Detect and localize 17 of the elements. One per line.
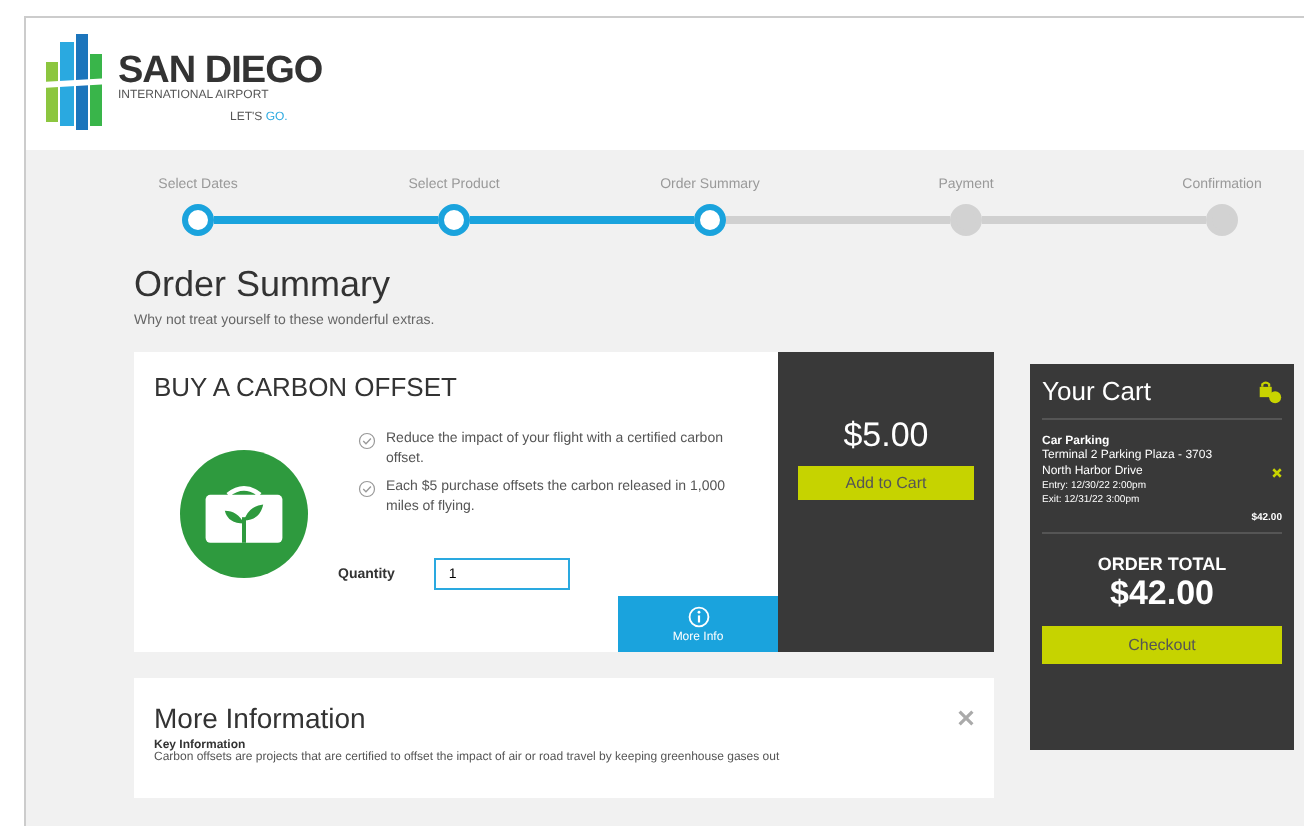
check-circle-icon: [358, 432, 376, 450]
remove-icon: [1272, 467, 1282, 477]
checkout-button[interactable]: Checkout: [1042, 626, 1282, 664]
order-total-label: ORDER TOTAL: [1095, 554, 1229, 574]
check-circle-icon: [358, 480, 376, 498]
logo-title: SAN DIEGO: [118, 54, 323, 90]
offer-price: $5.00: [843, 416, 929, 456]
info-icon: [687, 605, 709, 627]
close-icon: [958, 710, 974, 726]
page-title: Order Summary: [134, 264, 393, 306]
info-title: More Information: [154, 702, 366, 734]
add-to-cart-button[interactable]: Add to Cart: [798, 466, 974, 500]
plant-bag-icon: [180, 450, 308, 578]
offer-title: BUY A CARBON OFFSET: [154, 372, 459, 402]
lock-icon: [1258, 379, 1282, 403]
order-total: $42.00: [1108, 574, 1216, 614]
cart-title: Your Cart: [1042, 376, 1151, 406]
